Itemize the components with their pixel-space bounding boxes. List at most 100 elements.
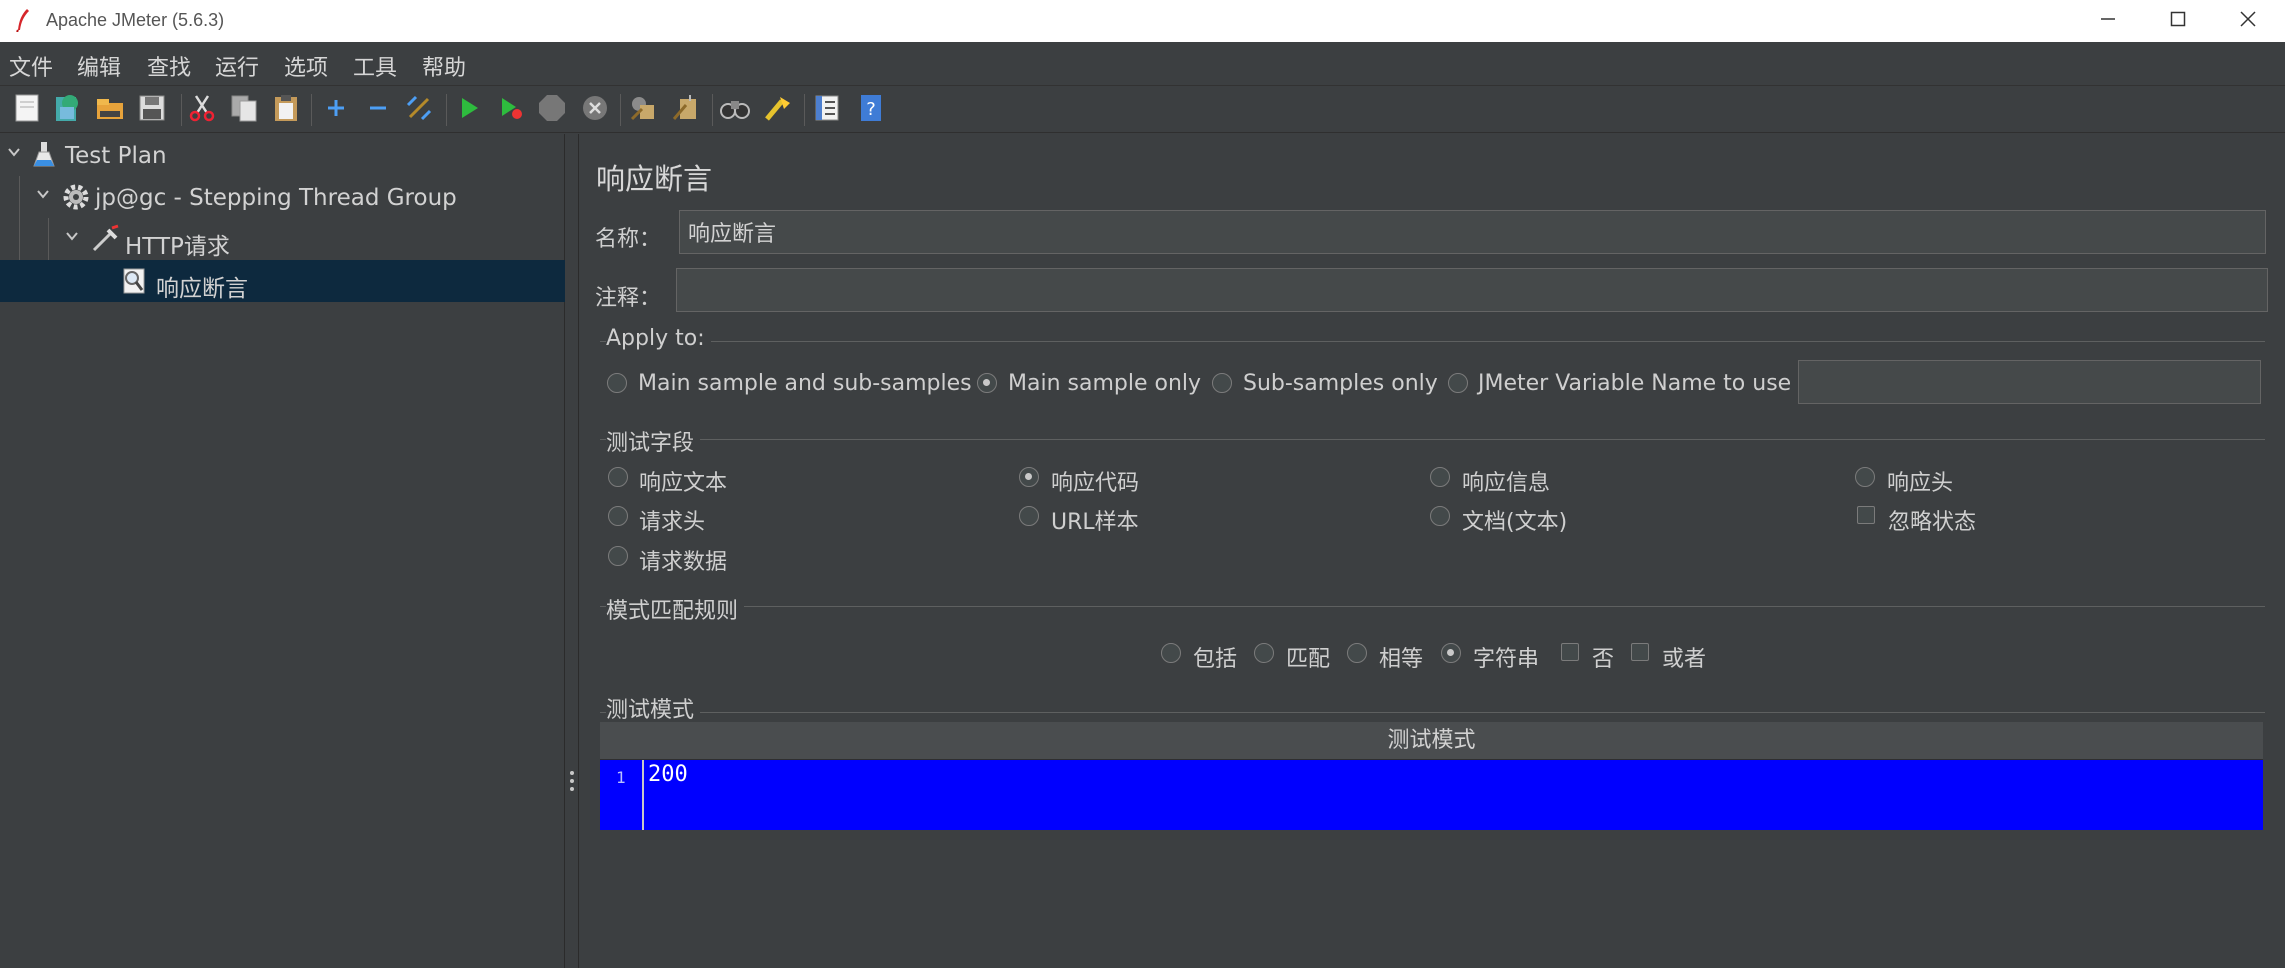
save-icon: [137, 93, 167, 127]
menu-run[interactable]: 运行: [215, 50, 259, 82]
pattern-value[interactable]: 200: [648, 762, 688, 787]
menu-help[interactable]: 帮助: [422, 50, 466, 82]
flask-icon: [33, 140, 55, 172]
maximize-button[interactable]: [2143, 0, 2213, 42]
menu-edit[interactable]: 编辑: [77, 50, 121, 82]
shutdown-icon: [581, 94, 609, 126]
field-request-data-label: 请求数据: [639, 550, 728, 575]
svg-text:?: ?: [866, 99, 876, 120]
minimize-icon: [2100, 11, 2116, 31]
clear-button[interactable]: [626, 93, 660, 127]
templates-button[interactable]: [50, 93, 84, 127]
test-plan-tree: Test Plan jp@gc - Stepping Thread Group …: [0, 134, 565, 968]
start-icon: [457, 95, 481, 125]
chevron-down-icon[interactable]: [6, 144, 22, 164]
tree-item-label: 响应断言: [156, 276, 248, 302]
rule-substring-radio[interactable]: [1441, 643, 1461, 663]
tree-item-label: jp@gc - Stepping Thread Group: [95, 185, 457, 211]
name-label: 名称：: [595, 227, 662, 252]
menu-tools[interactable]: 工具: [353, 50, 397, 82]
rule-not-checkbox[interactable]: [1561, 643, 1579, 661]
rule-matches-label: 匹配: [1286, 647, 1331, 672]
function-helper-button[interactable]: [810, 93, 844, 127]
magnifier-document-icon: [120, 266, 150, 300]
patterns-editor[interactable]: 1 200: [600, 760, 2263, 830]
apply-to-title: Apply to:: [606, 326, 711, 351]
rule-matches-radio[interactable]: [1254, 643, 1274, 663]
tree-item-label: HTTP请求: [125, 234, 230, 260]
field-response-text-radio[interactable]: [608, 467, 628, 487]
rule-or-checkbox[interactable]: [1631, 643, 1649, 661]
apply-sub-only-label: Sub-samples only: [1243, 371, 1438, 396]
search-icon: [719, 93, 751, 127]
tree-item-test-plan[interactable]: Test Plan: [0, 134, 565, 176]
menu-options[interactable]: 选项: [284, 50, 328, 82]
apply-variable-label: JMeter Variable Name to use: [1478, 371, 1792, 396]
shutdown-button[interactable]: [578, 93, 612, 127]
apply-sub-only-radio[interactable]: [1212, 373, 1232, 393]
comment-label: 注释：: [595, 286, 662, 311]
field-request-data-radio[interactable]: [608, 546, 628, 566]
new-button[interactable]: [10, 93, 44, 127]
ignore-status-checkbox[interactable]: [1857, 506, 1875, 524]
paste-icon: [271, 93, 301, 127]
stop-button[interactable]: [535, 93, 569, 127]
chevron-down-icon[interactable]: [64, 228, 80, 248]
expand-icon: [324, 96, 348, 124]
field-request-headers-radio[interactable]: [608, 506, 628, 526]
new-icon: [13, 93, 41, 127]
function-helper-icon: [812, 93, 842, 127]
paste-button[interactable]: [269, 93, 303, 127]
save-button[interactable]: [135, 93, 169, 127]
field-url-sample-radio[interactable]: [1019, 506, 1039, 526]
apply-variable-radio[interactable]: [1448, 373, 1468, 393]
tree-item-stepping-thread-group[interactable]: jp@gc - Stepping Thread Group: [0, 176, 565, 218]
copy-button[interactable]: [227, 93, 261, 127]
patterns-column-header[interactable]: 测试模式: [600, 722, 2263, 760]
field-response-code-radio[interactable]: [1019, 467, 1039, 487]
apply-main-and-sub-radio[interactable]: [607, 373, 627, 393]
jmeter-feather-icon: [14, 8, 32, 36]
field-response-code-label: 响应代码: [1051, 471, 1140, 496]
rule-contains-radio[interactable]: [1161, 643, 1181, 663]
maximize-icon: [2170, 11, 2186, 31]
reset-search-button[interactable]: [760, 93, 794, 127]
collapse-all-button[interactable]: [361, 93, 395, 127]
help-icon: ?: [858, 93, 884, 127]
cut-button[interactable]: [185, 93, 219, 127]
tree-item-http-request[interactable]: HTTP请求: [0, 218, 565, 260]
field-document-label: 文档(文本): [1462, 510, 1568, 535]
menu-file[interactable]: 文件: [9, 50, 53, 82]
menu-search[interactable]: 查找: [147, 50, 191, 82]
name-input[interactable]: [679, 210, 2266, 254]
start-button[interactable]: [452, 93, 486, 127]
start-no-pauses-button[interactable]: [494, 93, 528, 127]
field-response-text-label: 响应文本: [639, 471, 728, 496]
clear-all-button[interactable]: [668, 93, 702, 127]
minimize-button[interactable]: [2073, 0, 2143, 42]
field-url-sample-label: URL样本: [1051, 510, 1139, 535]
comment-input[interactable]: [676, 268, 2268, 312]
tree-item-response-assertion[interactable]: 响应断言: [0, 260, 565, 302]
chevron-down-icon[interactable]: [35, 186, 51, 206]
response-assertion-panel: [580, 134, 2285, 968]
panel-splitter[interactable]: [565, 134, 579, 968]
apply-main-only-radio[interactable]: [977, 373, 997, 393]
close-button[interactable]: [2213, 0, 2283, 42]
rule-equals-radio[interactable]: [1347, 643, 1367, 663]
line-number: 1: [616, 768, 626, 787]
variable-name-input[interactable]: [1798, 360, 2261, 404]
help-button[interactable]: ?: [854, 93, 888, 127]
field-response-headers-radio[interactable]: [1855, 467, 1875, 487]
tree-item-label: Test Plan: [65, 143, 167, 169]
expand-all-button[interactable]: [319, 93, 353, 127]
clear-all-icon: [670, 93, 700, 127]
open-button[interactable]: [93, 93, 127, 127]
page-title: 响应断言: [596, 162, 713, 196]
field-response-message-radio[interactable]: [1430, 467, 1450, 487]
toggle-button[interactable]: [402, 93, 436, 127]
rule-not-label: 否: [1592, 647, 1615, 672]
templates-icon: [52, 93, 82, 127]
search-button[interactable]: [718, 93, 752, 127]
field-document-radio[interactable]: [1430, 506, 1450, 526]
